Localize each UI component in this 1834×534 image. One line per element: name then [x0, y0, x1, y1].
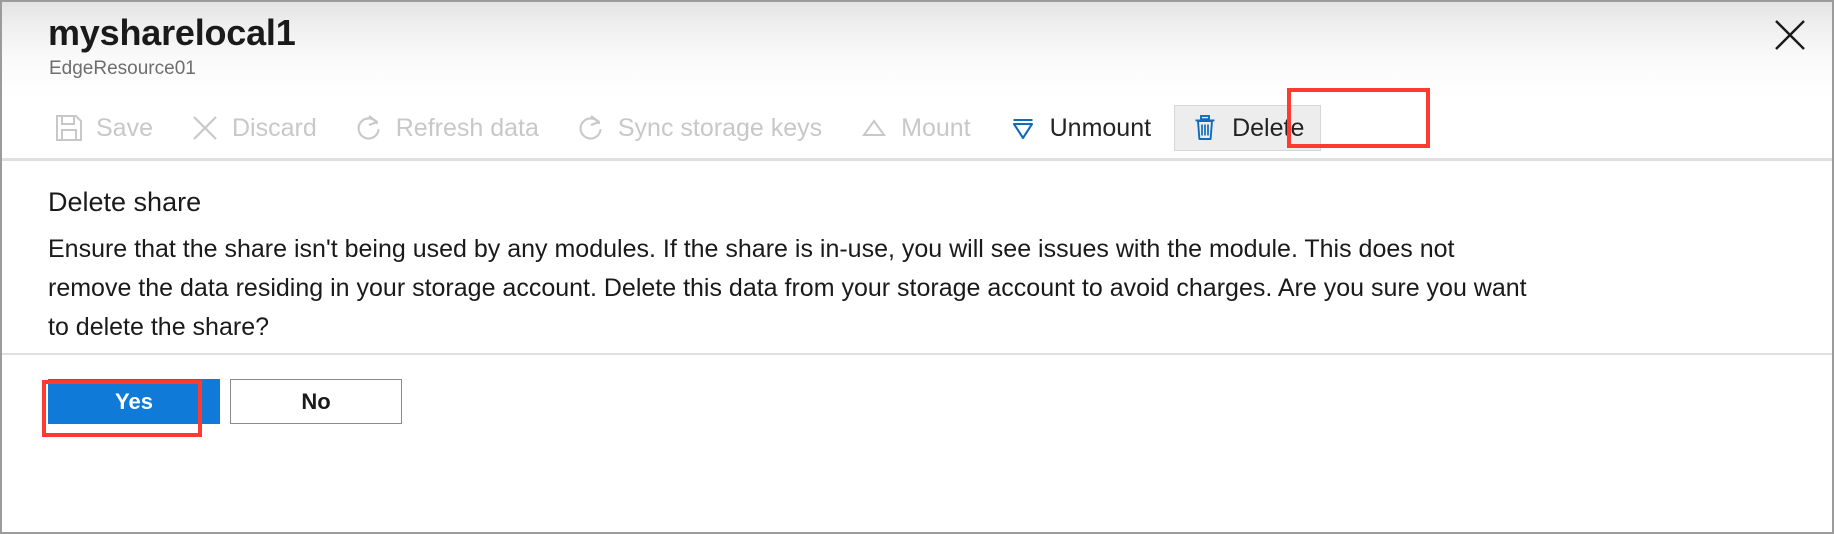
trash-icon: [1189, 112, 1221, 144]
command-label: Sync storage keys: [617, 113, 823, 142]
page-title: mysharelocal1: [48, 12, 296, 53]
command-label: Discard: [231, 113, 317, 142]
command-label: Delete: [1232, 113, 1305, 142]
command-unmount[interactable]: Unmount: [994, 105, 1164, 151]
command-label: Mount: [901, 113, 971, 142]
command-refresh-data: Refresh data: [340, 105, 552, 151]
close-button[interactable]: [1762, 10, 1818, 62]
section-heading: Delete share: [48, 187, 202, 217]
command-bar: Save Discard Refresh data Sync storage k…: [2, 98, 1832, 158]
command-discard: Discard: [176, 105, 330, 151]
delete-share-section: Delete share Ensure that the share isn't…: [2, 161, 1832, 353]
command-label: Save: [96, 113, 153, 142]
page-subtitle: EdgeResource01: [49, 58, 196, 79]
unmount-icon: [1007, 112, 1039, 144]
sync-icon: [575, 112, 607, 144]
dialog-footer: Yes No: [2, 355, 1832, 424]
cancel-no-button[interactable]: No: [230, 379, 402, 424]
command-label: Unmount: [1049, 113, 1152, 142]
command-label: Refresh data: [395, 113, 539, 142]
save-icon: [53, 112, 85, 144]
mount-icon: [858, 112, 890, 144]
command-mount: Mount: [845, 105, 983, 151]
blade-header: mysharelocal1 EdgeResource01: [2, 2, 1832, 98]
section-paragraph: Ensure that the share isn't being used b…: [48, 235, 1527, 341]
command-sync-storage-keys: Sync storage keys: [562, 105, 835, 151]
discard-icon: [189, 112, 221, 144]
close-icon: [1773, 18, 1807, 55]
refresh-icon: [353, 112, 385, 144]
command-save: Save: [40, 105, 166, 151]
command-delete[interactable]: Delete: [1174, 105, 1322, 151]
azure-blade: mysharelocal1 EdgeResource01 Save Discar…: [0, 0, 1834, 534]
confirm-yes-button[interactable]: Yes: [48, 379, 220, 424]
